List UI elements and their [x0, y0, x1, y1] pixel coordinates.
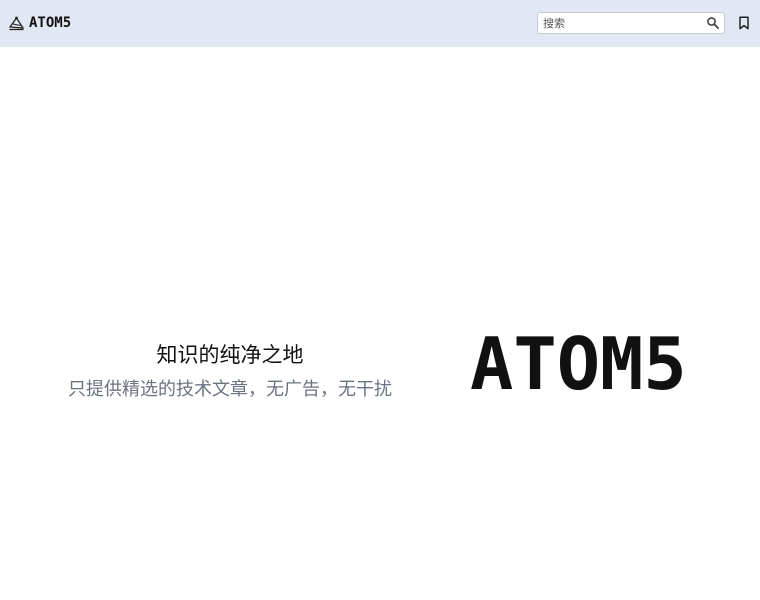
atom5-logo-icon [8, 16, 25, 30]
hero-text: 知识的纯净之地 只提供精选的技术文章，无广告，无干扰 [40, 340, 420, 402]
search-icon[interactable] [706, 16, 720, 30]
hero-title: 知识的纯净之地 [156, 343, 304, 367]
top-navigation-bar: ATOM5 [0, 0, 760, 47]
search-input[interactable] [538, 13, 703, 33]
hero-subtitle: 只提供精选的技术文章，无广告，无干扰 [68, 379, 392, 400]
brand-name: ATOM5 [29, 15, 72, 31]
hero-logo-text: ATOM5 [470, 322, 687, 406]
search-box [537, 12, 725, 34]
home-link[interactable]: ATOM5 [8, 12, 71, 34]
bookmark-icon[interactable] [738, 16, 750, 30]
